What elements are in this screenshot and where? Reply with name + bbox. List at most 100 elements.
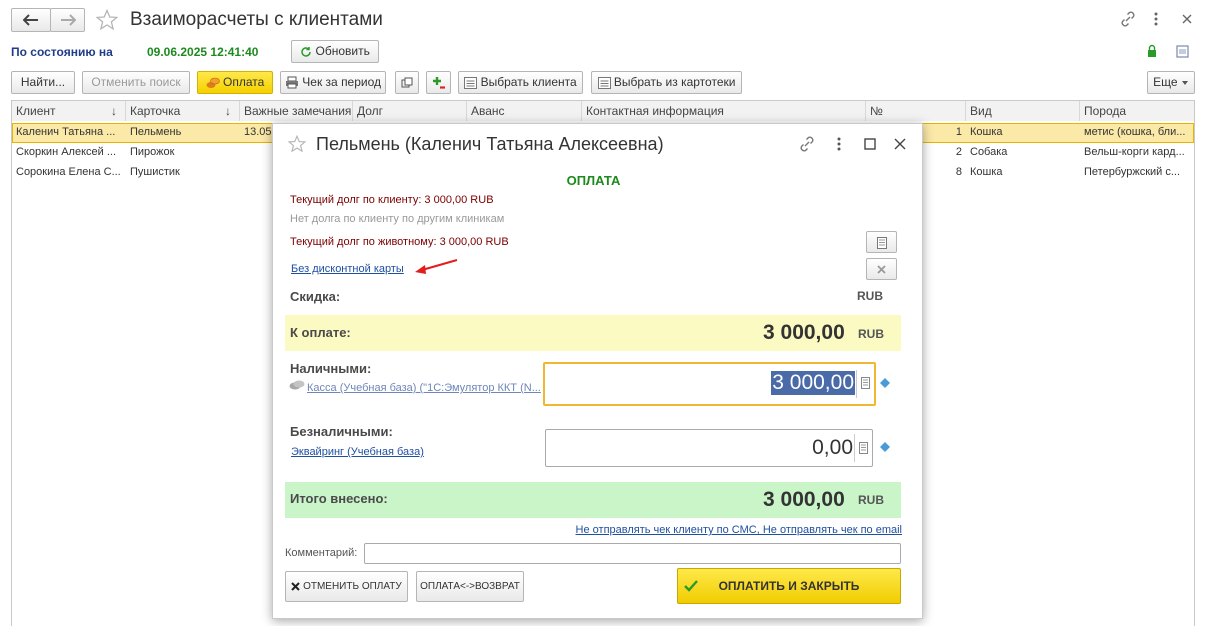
select-client-label: Выбрать клиента xyxy=(480,75,577,89)
column-header-number[interactable]: № xyxy=(866,101,966,121)
close-icon[interactable] xyxy=(1180,12,1194,26)
column-header-kind[interactable]: Вид xyxy=(966,101,1080,121)
noncash-label: Безналичными: xyxy=(290,424,393,439)
acquiring-link[interactable]: Эквайринг (Учебная база) xyxy=(291,446,424,458)
forward-button[interactable] xyxy=(50,8,85,32)
calculator-icon[interactable] xyxy=(861,377,870,389)
back-button[interactable] xyxy=(11,8,51,32)
cell-number[interactable]: 2 xyxy=(921,143,966,162)
column-header-client[interactable]: Клиент ↓ xyxy=(12,101,126,121)
payment-return-button[interactable]: ОПЛАТА<->ВОЗВРАТ xyxy=(416,571,524,602)
cell-breed[interactable]: Вельш-корги кард... xyxy=(1080,143,1194,162)
select-from-card-label: Выбрать из картотеки xyxy=(613,75,736,89)
window-icon[interactable] xyxy=(1176,45,1189,58)
cell-breed[interactable]: Петербуржский с... xyxy=(1080,163,1194,182)
column-header-label: Порода xyxy=(1084,104,1127,118)
favorite-star-icon[interactable] xyxy=(96,9,118,31)
more-button[interactable]: Еще xyxy=(1147,71,1195,94)
payment-button[interactable]: Оплата xyxy=(197,71,273,94)
cell-client[interactable]: Каленич Татьяна ... xyxy=(12,123,126,142)
column-header-card[interactable]: Карточка ↓ xyxy=(126,101,240,121)
select-from-card-button[interactable]: Выбрать из картотеки xyxy=(591,71,742,94)
cell-client[interactable]: Скоркин Алексей ... xyxy=(12,143,126,162)
noncash-amount-field[interactable]: 0,00 xyxy=(545,429,873,467)
cancel-search-label: Отменить поиск xyxy=(91,75,181,89)
cell-kind[interactable]: Собака xyxy=(966,143,1080,162)
discount-card-link[interactable]: Без дисконтной карты xyxy=(291,263,404,275)
dialog-title: Пельмень (Каленич Татьяна Алексеевна) xyxy=(316,134,664,154)
discount-label: Скидка: xyxy=(290,289,341,304)
to-pay-currency: RUB xyxy=(858,327,884,341)
close-icon xyxy=(291,582,301,591)
column-header-contact[interactable]: Контактная информация xyxy=(582,101,866,121)
column-header-label: Карточка xyxy=(130,104,181,118)
printer-icon xyxy=(285,76,298,89)
find-button[interactable]: Найти... xyxy=(11,71,75,94)
pay-and-close-label: ОПЛАТИТЬ И ЗАКРЫТЬ xyxy=(718,579,860,593)
receipt-period-button[interactable]: Чек за период xyxy=(280,71,386,94)
clear-card-button[interactable] xyxy=(866,258,897,280)
column-header-advance[interactable]: Аванс xyxy=(467,101,582,121)
cell-notes[interactable]: 13.05 xyxy=(240,123,272,142)
select-client-button[interactable]: Выбрать клиента xyxy=(458,71,583,94)
comment-label: Комментарий: xyxy=(285,547,358,559)
cell-kind[interactable]: Кошка xyxy=(966,163,1080,182)
cancel-payment-button[interactable]: ОТМЕНИТЬ ОПЛАТУ xyxy=(285,571,408,602)
pay-and-close-button[interactable]: ОПЛАТИТЬ И ЗАКРЫТЬ xyxy=(677,568,901,604)
to-pay-label: К оплате: xyxy=(290,325,351,340)
cell-kind[interactable]: Кошка xyxy=(966,123,1080,142)
column-header-label: Важные замечания xyxy=(244,104,352,118)
coins-icon xyxy=(206,78,220,89)
cash-amount-field[interactable]: 3 000,00 xyxy=(543,362,876,406)
column-header-debt[interactable]: Долг xyxy=(353,101,467,121)
client-debt-text: Текущий долг по клиенту: 3 000,00 RUB xyxy=(290,194,494,206)
total-value: 3 000,00 xyxy=(763,488,845,511)
cell-number[interactable]: 1 xyxy=(921,123,966,142)
cash-label: Наличными: xyxy=(290,361,372,376)
more-vertical-icon[interactable] xyxy=(1150,10,1162,28)
cell-number[interactable]: 8 xyxy=(921,163,966,182)
cell-card[interactable]: Пельмень xyxy=(126,123,240,142)
page-title: Взаиморасчеты с клиентами xyxy=(130,9,383,30)
receipt-period-label: Чек за период xyxy=(302,75,382,89)
sms-email-link[interactable]: Не отправлять чек клиенту по СМС, Не отп… xyxy=(576,524,902,536)
fill-amount-icon[interactable] xyxy=(879,377,891,389)
to-pay-value: 3 000,00 xyxy=(763,321,845,344)
cell-card[interactable]: Пушистик xyxy=(126,163,240,182)
column-header-label: Контактная информация xyxy=(586,104,724,118)
payment-dialog: Пельмень (Каленич Татьяна Алексеевна) ОП… xyxy=(272,123,923,619)
column-header-notes[interactable]: Важные замечания xyxy=(240,101,353,121)
payment-label: Оплата xyxy=(223,75,265,89)
more-vertical-icon[interactable] xyxy=(834,135,844,153)
payment-return-label: ОПЛАТА<->ВОЗВРАТ xyxy=(420,581,520,592)
cancel-search-button[interactable]: Отменить поиск xyxy=(82,71,190,94)
link-icon[interactable] xyxy=(798,135,816,153)
column-header-label: № xyxy=(870,104,883,118)
cash-register-link[interactable]: Касса (Учебная база) ("1С:Эмулятор ККТ (… xyxy=(307,382,541,394)
cell-card[interactable]: Пирожок xyxy=(126,143,240,162)
list-icon xyxy=(464,76,478,89)
discount-currency: RUB xyxy=(857,289,883,303)
refresh-button[interactable]: Обновить xyxy=(291,40,379,63)
close-icon[interactable] xyxy=(893,137,907,151)
cell-client[interactable]: Сорокина Елена С... xyxy=(12,163,126,182)
lock-icon[interactable] xyxy=(1146,44,1158,58)
calculator-icon[interactable] xyxy=(859,442,868,454)
list-icon xyxy=(597,76,611,89)
calendar-button[interactable] xyxy=(866,231,897,253)
copy-button[interactable] xyxy=(395,71,419,94)
comment-input[interactable] xyxy=(364,543,901,564)
favorite-star-icon[interactable] xyxy=(288,135,306,153)
add-remove-button[interactable] xyxy=(426,71,451,94)
column-header-label: Аванс xyxy=(471,104,505,118)
arrow-left-icon xyxy=(23,14,38,26)
maximize-icon[interactable] xyxy=(864,138,876,150)
column-header-breed[interactable]: Порода xyxy=(1080,101,1194,121)
column-header-label: Клиент xyxy=(16,104,56,118)
link-icon[interactable] xyxy=(1119,10,1137,28)
refresh-label: Обновить xyxy=(315,44,370,58)
fill-amount-icon[interactable] xyxy=(879,441,891,453)
cash-register-icon xyxy=(289,380,305,390)
status-label: По состоянию на xyxy=(11,45,113,59)
cell-breed[interactable]: метис (кошка, бли... xyxy=(1080,123,1194,142)
